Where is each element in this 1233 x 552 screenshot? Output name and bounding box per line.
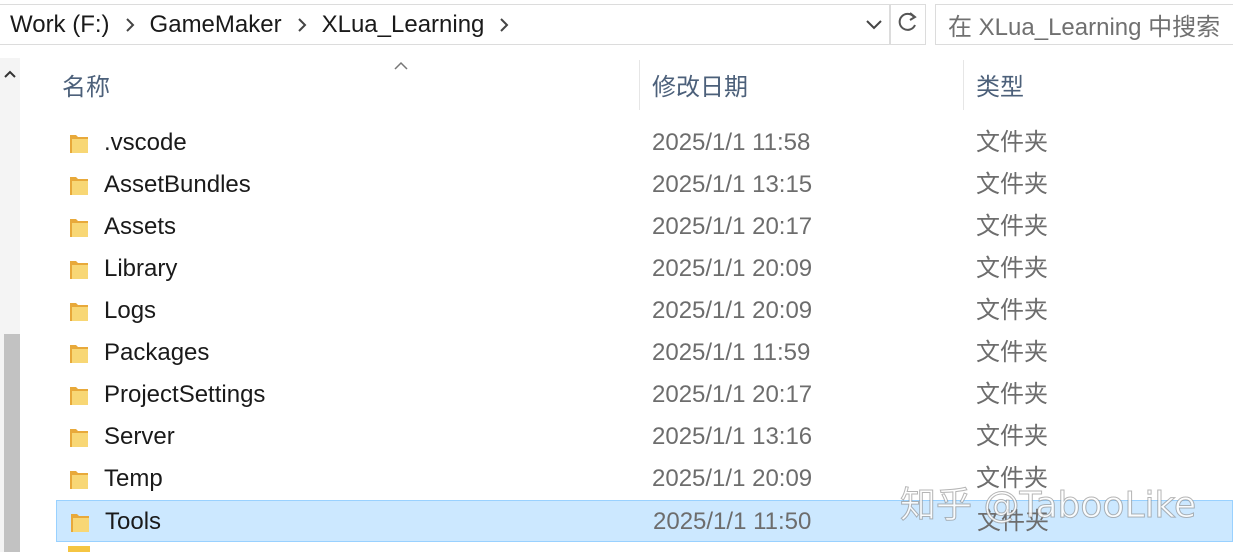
scroll-up-icon[interactable] [0,62,20,86]
file-row[interactable]: Server 2025/1/1 13:16 文件夹 [56,416,1233,458]
vertical-scrollbar[interactable] [0,58,20,552]
column-header-type[interactable]: 类型 [976,58,1226,110]
file-name[interactable]: .vscode [104,122,187,164]
file-row[interactable]: AssetBundles 2025/1/1 13:15 文件夹 [56,164,1233,206]
chevron-right-icon[interactable] [494,15,514,35]
refresh-icon [897,11,919,38]
file-type: 文件夹 [976,465,1048,492]
file-list: .vscode 2025/1/1 11:58 文件夹 AssetBundles 2025… [56,122,1233,542]
column-header-date[interactable]: 修改日期 [652,58,962,110]
chevron-right-icon[interactable] [292,15,312,35]
file-name[interactable]: Packages [104,332,209,374]
file-name[interactable]: AssetBundles [104,164,251,206]
file-type: 文件夹 [977,508,1049,535]
file-type: 文件夹 [976,255,1048,282]
breadcrumb-drive[interactable]: Work (F:) [0,11,114,39]
folder-icon [68,383,90,407]
folder-icon [68,257,90,281]
folder-icon [68,341,90,365]
column-header-name[interactable]: 名称 [62,58,638,110]
file-date: 2025/1/1 20:09 [652,297,813,324]
file-type: 文件夹 [976,339,1048,366]
file-name[interactable]: Assets [104,206,176,248]
file-type: 文件夹 [976,129,1048,156]
file-name[interactable]: Server [104,416,175,458]
folder-icon [68,173,90,197]
file-name[interactable]: ProjectSettings [104,374,265,416]
file-row[interactable]: ProjectSettings 2025/1/1 20:17 文件夹 [56,374,1233,416]
file-row[interactable]: Tools 2025/1/1 11:50 文件夹 [56,500,1233,542]
folder-icon [69,510,91,534]
scrollbar-thumb[interactable] [4,334,20,552]
chevron-right-icon[interactable] [120,15,140,35]
column-divider[interactable] [639,60,640,110]
file-type: 文件夹 [976,423,1048,450]
file-name[interactable]: Tools [105,501,161,543]
file-type: 文件夹 [976,381,1048,408]
file-row[interactable]: .vscode 2025/1/1 11:58 文件夹 [56,122,1233,164]
file-date: 2025/1/1 11:58 [652,129,811,156]
file-name[interactable]: Temp [104,458,163,500]
file-name[interactable]: Logs [104,290,156,332]
breadcrumb-gamemaker[interactable]: GameMaker [146,11,286,39]
file-name[interactable]: Library [104,248,177,290]
folder-icon [68,425,90,449]
column-divider[interactable] [963,60,964,110]
file-date: 2025/1/1 11:50 [653,508,812,535]
chevron-down-icon[interactable] [859,5,889,44]
file-row[interactable]: Library 2025/1/1 20:09 文件夹 [56,248,1233,290]
file-row[interactable]: Assets 2025/1/1 20:17 文件夹 [56,206,1233,248]
address-bar[interactable]: Work (F:) GameMaker XLua_Learning [0,4,890,45]
breadcrumb-xlua-learning[interactable]: XLua_Learning [318,11,489,39]
folder-icon [68,546,90,552]
file-date: 2025/1/1 13:15 [652,171,813,198]
file-date: 2025/1/1 13:16 [652,423,813,450]
file-date: 2025/1/1 20:09 [652,465,813,492]
file-date: 2025/1/1 20:17 [652,213,813,240]
folder-icon [68,467,90,491]
folder-icon [68,131,90,155]
refresh-button[interactable] [890,4,926,45]
folder-icon [68,299,90,323]
file-row[interactable]: Logs 2025/1/1 20:09 文件夹 [56,290,1233,332]
file-type: 文件夹 [976,171,1048,198]
file-date: 2025/1/1 11:59 [652,339,811,366]
column-header-row: 名称 修改日期 类型 [56,58,1233,110]
folder-icon [68,215,90,239]
file-row[interactable]: Temp 2025/1/1 20:09 文件夹 [56,458,1233,500]
file-date: 2025/1/1 20:17 [652,381,813,408]
file-type: 文件夹 [976,297,1048,324]
search-input[interactable]: 在 XLua_Learning 中搜索 [935,4,1233,45]
file-row[interactable]: Packages 2025/1/1 11:59 文件夹 [56,332,1233,374]
file-type: 文件夹 [976,213,1048,240]
file-date: 2025/1/1 20:09 [652,255,813,282]
